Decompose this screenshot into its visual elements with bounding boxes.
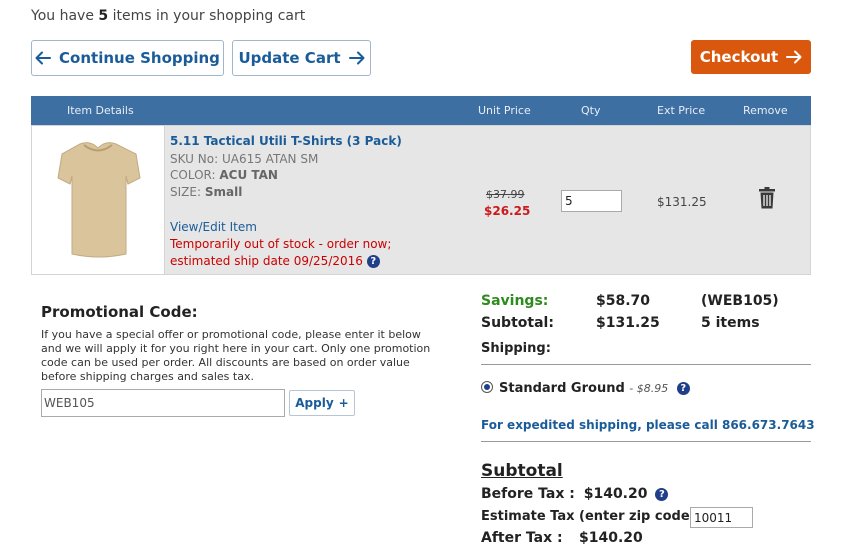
promo-code-input[interactable] <box>41 389 285 417</box>
zip-code-input[interactable] <box>690 507 753 528</box>
help-icon[interactable]: ? <box>366 255 380 268</box>
standard-ground-radio[interactable] <box>481 381 493 393</box>
promo-description: If you have a special offer or promotion… <box>41 328 431 383</box>
header-remove: Remove <box>743 104 788 117</box>
product-sku: SKU No: UA615 ATAN SM <box>170 152 318 166</box>
sale-price: $26.25 <box>484 204 531 218</box>
cart-count-text: You have 5 items in your shopping cart <box>31 8 305 24</box>
divider <box>481 441 811 442</box>
shipping-label: Shipping: <box>481 341 551 356</box>
help-icon[interactable]: ? <box>655 488 669 501</box>
color-label: COLOR: <box>170 168 216 182</box>
remove-item-button[interactable] <box>759 187 775 213</box>
header-item-details: Item Details <box>67 104 134 117</box>
cart-count-suffix: items in your shopping cart <box>112 8 306 24</box>
cart-table-header: Item Details Unit Price Qty Ext Price Re… <box>31 96 811 125</box>
header-ext-price: Ext Price <box>657 104 706 117</box>
product-color: COLOR: ACU TAN <box>170 168 278 182</box>
stock-note-line2: estimated ship date 09/25/2016 ? <box>170 254 380 268</box>
size-label: SIZE: <box>170 185 202 199</box>
quantity-input[interactable] <box>561 190 622 212</box>
arrow-right-icon <box>348 51 365 65</box>
trash-icon <box>759 187 775 209</box>
checkout-button[interactable]: Checkout <box>691 40 811 74</box>
after-tax-label: After Tax : <box>481 530 563 546</box>
sku-value: UA615 ATAN SM <box>221 152 319 166</box>
product-name-link[interactable]: 5.11 Tactical Utili T-Shirts (3 Pack) <box>170 134 402 148</box>
product-image[interactable] <box>32 126 165 274</box>
apply-promo-button[interactable]: Apply + <box>289 390 355 416</box>
cart-item-row: 5.11 Tactical Utili T-Shirts (3 Pack) SK… <box>31 125 811 275</box>
shipping-option: Standard Ground - $8.95 ? <box>499 381 690 396</box>
cart-count-prefix: You have <box>31 8 94 24</box>
expedited-shipping-text: For expedited shipping, please call 866.… <box>481 418 815 432</box>
header-unit-price: Unit Price <box>478 104 531 117</box>
continue-shopping-label: Continue Shopping <box>59 49 220 67</box>
promo-title: Promotional Code: <box>41 303 198 321</box>
view-edit-item-link[interactable]: View/Edit Item <box>170 220 257 234</box>
color-value: ACU TAN <box>219 168 278 182</box>
checkout-label: Checkout <box>699 48 779 66</box>
ship-date-text: estimated ship date 09/25/2016 <box>170 254 363 268</box>
savings-code: (WEB105) <box>701 293 779 309</box>
continue-shopping-button[interactable]: Continue Shopping <box>31 40 224 76</box>
estimate-tax-label: Estimate Tax (enter zip code): <box>481 509 701 524</box>
header-qty: Qty <box>581 104 601 117</box>
savings-value: $58.70 <box>596 293 651 309</box>
arrow-right-icon <box>786 50 802 64</box>
size-value: Small <box>204 185 243 199</box>
sku-label: SKU No: <box>170 152 219 166</box>
subtotal-value: $131.25 <box>596 315 660 331</box>
plus-icon: + <box>338 396 349 410</box>
after-tax-value: $140.20 <box>579 530 643 546</box>
before-tax-row: Before Tax : $140.20 ? <box>481 486 669 502</box>
arrow-left-icon <box>35 51 52 65</box>
stock-note-line1: Temporarily out of stock - order now; <box>170 237 392 251</box>
apply-label: Apply <box>295 396 334 410</box>
subtotal-label: Subtotal: <box>481 315 554 331</box>
shipping-option-name: Standard Ground <box>499 381 625 396</box>
product-size: SIZE: Small <box>170 185 242 199</box>
savings-label: Savings: <box>481 293 549 309</box>
original-price: $37.99 <box>486 188 525 201</box>
totals-heading: Subtotal <box>481 461 563 481</box>
help-icon[interactable]: ? <box>676 382 690 395</box>
update-cart-button[interactable]: Update Cart <box>232 40 371 76</box>
extended-price: $131.25 <box>657 195 707 209</box>
update-cart-label: Update Cart <box>238 49 341 67</box>
item-count: 5 items <box>701 315 760 331</box>
before-tax-value: $140.20 <box>583 486 648 502</box>
before-tax-label: Before Tax : <box>481 486 575 502</box>
cart-count-number: 5 <box>98 8 109 24</box>
divider <box>481 364 811 365</box>
tshirt-image <box>57 142 141 258</box>
shipping-option-price: - $8.95 <box>629 382 669 395</box>
